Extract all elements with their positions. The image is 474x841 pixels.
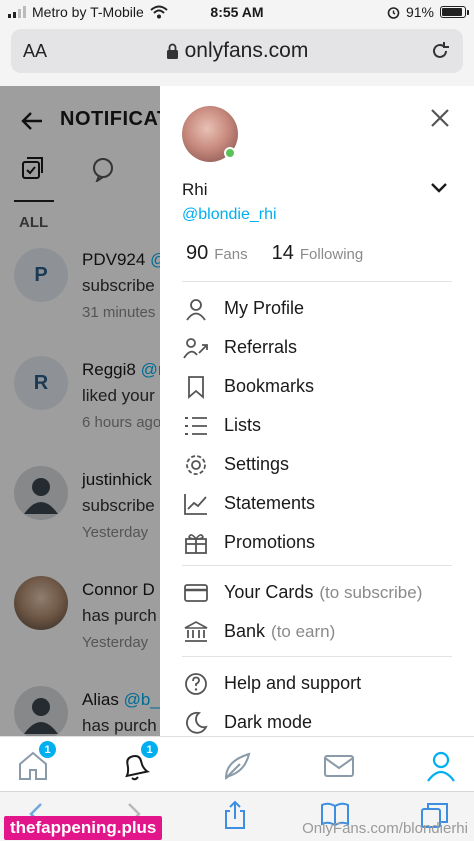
- battery-icon: [440, 6, 469, 18]
- divider: [182, 565, 452, 566]
- mail-icon: [324, 755, 354, 777]
- menu-other: Help and support Dark mode: [182, 664, 462, 736]
- user-icon: [427, 751, 455, 782]
- nav-profile[interactable]: [422, 745, 462, 785]
- overlay-backdrop[interactable]: [0, 86, 160, 736]
- menu-label: My Profile: [224, 298, 305, 318]
- menu-item-lists[interactable]: Lists: [182, 406, 462, 445]
- menu-item-bookmarks[interactable]: Bookmarks: [182, 367, 462, 406]
- nav-messages[interactable]: [320, 745, 360, 785]
- menu-item-my-profile[interactable]: My Profile: [182, 289, 462, 328]
- menu-item-settings[interactable]: Settings: [182, 445, 462, 484]
- battery-info: 91%: [387, 4, 469, 20]
- menu-item-statements[interactable]: Statements: [182, 484, 462, 523]
- watermark-left: thefappening.plus: [4, 816, 163, 840]
- following-label[interactable]: Following: [300, 246, 363, 263]
- user-icon: [182, 295, 210, 323]
- lock-icon: [166, 43, 178, 59]
- menu-label: Dark mode: [224, 712, 313, 732]
- nav-create[interactable]: [218, 745, 258, 785]
- menu-label: Your Cards: [224, 582, 314, 602]
- share-icon[interactable]: [222, 800, 248, 830]
- menu-label: Referrals: [224, 337, 298, 357]
- menu-item-bank[interactable]: Bank (to earn): [182, 612, 462, 651]
- url-display[interactable]: onlyfans.com: [11, 39, 463, 63]
- divider: [182, 656, 452, 657]
- menu-label: Help and support: [224, 673, 362, 693]
- chart-icon: [182, 490, 210, 518]
- help-icon: [182, 670, 210, 698]
- notifications-badge: 1: [141, 741, 158, 758]
- list-icon: [182, 412, 210, 440]
- feather-icon: [224, 752, 251, 780]
- menu-sublabel: (to earn): [271, 621, 336, 641]
- menu-label: Statements: [224, 493, 316, 513]
- bookmark-icon: [182, 373, 210, 401]
- status-bar: Metro by T-Mobile 8:55 AM 91%: [0, 0, 474, 24]
- menu-item-help[interactable]: Help and support: [182, 664, 462, 703]
- menu-label: Bookmarks: [224, 376, 315, 396]
- menu-label: Lists: [224, 415, 262, 435]
- nav-home[interactable]: 1: [14, 741, 56, 785]
- menu-item-referrals[interactable]: Referrals: [182, 328, 462, 367]
- address-bar[interactable]: AA onlyfans.com: [11, 29, 463, 73]
- menu-label: Settings: [224, 454, 290, 474]
- account-drawer: Rhi @blondie_rhi 90 Fans 14 Following My…: [160, 86, 474, 736]
- menu-label: Bank: [224, 621, 266, 641]
- gear-icon: [182, 451, 210, 479]
- fans-label[interactable]: Fans: [214, 246, 247, 263]
- watermark-right: OnlyFans.com/blondierhi: [302, 820, 468, 837]
- reload-icon[interactable]: [429, 40, 451, 62]
- menu-payment: Your Cards (to subscribe) Bank (to earn): [182, 573, 462, 651]
- menu-primary: My Profile Referrals Bookmarks Lists Set…: [182, 289, 462, 562]
- menu-label: Promotions: [224, 532, 316, 552]
- browser-toolbar: AA onlyfans.com: [0, 24, 474, 86]
- menu-sublabel: (to subscribe): [319, 582, 423, 602]
- bank-icon: [182, 618, 210, 646]
- profile-name: Rhi: [182, 180, 208, 199]
- alarm-icon: [387, 6, 400, 19]
- card-icon: [182, 579, 210, 607]
- menu-item-your-cards[interactable]: Your Cards (to subscribe): [182, 573, 462, 612]
- online-status-dot: [224, 147, 236, 159]
- close-icon[interactable]: [430, 108, 450, 128]
- menu-item-dark-mode[interactable]: Dark mode: [182, 703, 462, 736]
- bottom-nav: 1 1: [0, 736, 474, 791]
- nav-notifications[interactable]: 1: [116, 741, 158, 785]
- fans-count[interactable]: 90: [186, 242, 208, 265]
- moon-icon: [182, 709, 210, 737]
- home-badge: 1: [39, 741, 56, 758]
- divider: [182, 281, 452, 282]
- profile-handle[interactable]: @blondie_rhi: [182, 206, 277, 224]
- menu-item-promotions[interactable]: Promotions: [182, 523, 462, 562]
- referrals-icon: [182, 334, 210, 362]
- gift-icon: [182, 529, 210, 557]
- following-count[interactable]: 14: [272, 242, 294, 265]
- battery-percent: 91%: [405, 4, 434, 20]
- profile-stats: 90 Fans 14 Following: [186, 242, 381, 265]
- url-text: onlyfans.com: [184, 39, 309, 62]
- chevron-down-icon[interactable]: [430, 182, 448, 194]
